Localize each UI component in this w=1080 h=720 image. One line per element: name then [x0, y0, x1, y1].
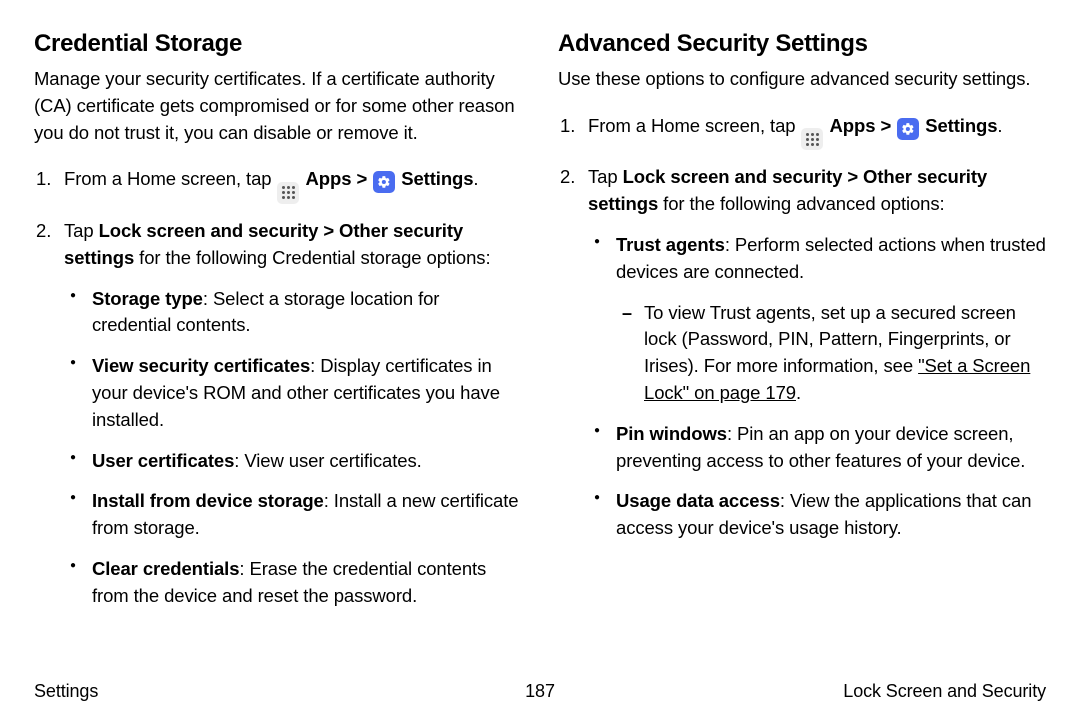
step-1: From a Home screen, tap Apps > Settings. — [34, 166, 522, 204]
list-item: To view Trust agents, set up a secured s… — [616, 300, 1046, 407]
list-item: User certificates: View user certificate… — [64, 448, 522, 475]
settings-label: Settings — [925, 115, 997, 136]
credential-storage-heading: Credential Storage — [34, 30, 522, 58]
list-item: View security certificates: Display cert… — [64, 353, 522, 433]
page-number: 187 — [525, 681, 555, 702]
list-item: Install from device storage: Install a n… — [64, 488, 522, 542]
apps-label: Apps — [306, 168, 352, 189]
settings-icon — [897, 118, 919, 140]
list-item: Pin windows: Pin an app on your device s… — [588, 421, 1046, 475]
apps-icon — [277, 182, 299, 204]
step-2-pre: Tap — [64, 220, 99, 241]
step-2: Tap Lock screen and security > Other sec… — [558, 164, 1046, 542]
step-2-post: for the following advanced options: — [658, 193, 944, 214]
list-item: Storage type: Select a storage location … — [64, 286, 522, 340]
advanced-security-heading: Advanced Security Settings — [558, 30, 1046, 58]
step-2-post: for the following Credential storage opt… — [134, 247, 490, 268]
step-2: Tap Lock screen and security > Other sec… — [34, 218, 522, 610]
advanced-steps: From a Home screen, tap Apps > Settings.… — [558, 113, 1046, 542]
list-item: Clear credentials: Erase the credential … — [64, 556, 522, 610]
credential-steps: From a Home screen, tap Apps > Settings.… — [34, 166, 522, 609]
apps-label: Apps — [830, 115, 876, 136]
period: . — [473, 168, 478, 189]
period: . — [997, 115, 1002, 136]
step-2-pre: Tap — [588, 166, 623, 187]
settings-icon — [373, 171, 395, 193]
apps-icon — [801, 128, 823, 150]
settings-label: Settings — [401, 168, 473, 189]
credential-options: Storage type: Select a storage location … — [64, 286, 522, 610]
advanced-options: Trust agents: Perform selected actions w… — [588, 232, 1046, 542]
list-item: Usage data access: View the applications… — [588, 488, 1046, 542]
advanced-security-intro: Use these options to configure advanced … — [558, 66, 1046, 93]
trust-agents-sublist: To view Trust agents, set up a secured s… — [616, 300, 1046, 407]
step-1-pre: From a Home screen, tap — [64, 168, 276, 189]
chevron: > — [880, 115, 896, 136]
right-column: Advanced Security Settings Use these opt… — [558, 30, 1046, 670]
step-1: From a Home screen, tap Apps > Settings. — [558, 113, 1046, 151]
credential-storage-intro: Manage your security certificates. If a … — [34, 66, 522, 146]
page-columns: Credential Storage Manage your security … — [34, 30, 1046, 670]
page-footer: Settings 187 Lock Screen and Security — [34, 681, 1046, 702]
sub-post: . — [796, 382, 801, 403]
footer-right: Lock Screen and Security — [843, 681, 1046, 702]
footer-left: Settings — [34, 681, 98, 702]
list-item: Trust agents: Perform selected actions w… — [588, 232, 1046, 407]
chevron: > — [356, 168, 372, 189]
step-1-pre: From a Home screen, tap — [588, 115, 800, 136]
left-column: Credential Storage Manage your security … — [34, 30, 522, 670]
